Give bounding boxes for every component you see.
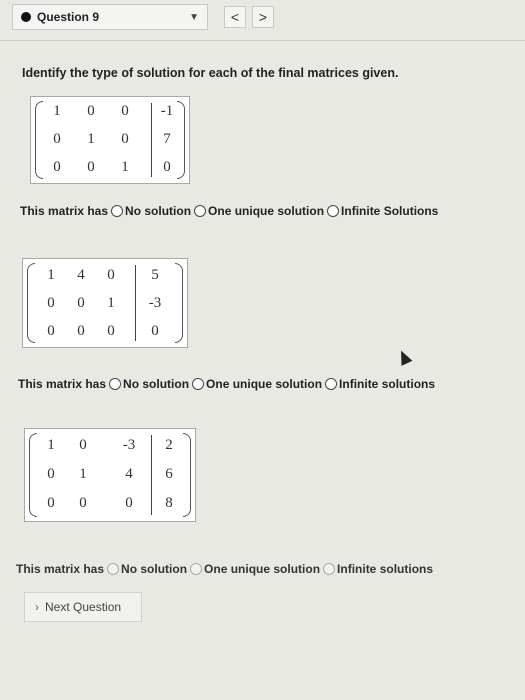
option-label[interactable]: No solution [121,562,187,576]
matrix-cell: 0 [163,159,171,175]
question-1-options: This matrix has No solution One unique s… [20,204,438,218]
question-2-options: This matrix has No solution One unique s… [18,377,435,391]
right-bracket [175,263,183,343]
radio-infinite-solutions[interactable] [325,378,338,390]
matrix-cell: 1 [47,437,55,453]
matrix-cell: 0 [151,323,159,339]
option-label[interactable]: One unique solution [204,562,320,576]
sentence-lead: This matrix has [20,204,109,218]
matrix-cell: 0 [47,323,55,339]
matrix-cell: 2 [165,437,173,453]
matrix-2: 1 4 0 5 0 0 1 -3 0 0 0 0 [22,258,188,348]
matrix-3: 1 0 -3 2 0 1 4 6 0 0 0 8 [24,428,196,522]
matrix-cell: -3 [148,295,162,311]
question-label: Question 9 [37,10,100,24]
matrix-cell: 0 [47,295,55,311]
matrix-cell: 0 [107,323,115,339]
matrix-cell: 5 [151,267,159,283]
option-label[interactable]: One unique solution [206,377,322,391]
matrix-cell: 0 [47,466,55,482]
augment-line [135,265,136,341]
option-label[interactable]: One unique solution [208,204,324,218]
matrix-cell: 0 [125,495,133,511]
matrix-cell: -1 [160,103,174,119]
question-nav-bar: Question 9 ▼ < > [12,4,512,32]
matrix-cell: 1 [47,267,55,283]
chevron-right-icon: > [258,9,268,25]
matrix-cell: 0 [77,295,85,311]
sentence-lead: This matrix has [16,562,105,576]
option-label[interactable]: Infinite solutions [339,377,435,391]
matrix-cell: 0 [77,323,85,339]
radio-no-solution[interactable] [109,378,122,390]
next-question-button[interactable]: › Next Question [24,592,142,622]
prev-question-button[interactable]: < [224,6,246,28]
radio-one-unique-solution[interactable] [190,563,203,575]
question-prompt: Identify the type of solution for each o… [22,66,399,80]
matrix-1: 1 0 0 -1 0 1 0 7 0 0 1 0 [30,96,190,184]
radio-no-solution[interactable] [111,205,124,217]
option-label[interactable]: No solution [125,204,191,218]
radio-infinite-solutions[interactable] [323,563,336,575]
matrix-cell: 1 [79,466,87,482]
matrix-cell: 0 [53,159,61,175]
left-bracket [27,263,35,343]
matrix-cell: 1 [87,131,95,147]
matrix-cell: 4 [125,466,133,482]
right-bracket [183,433,191,517]
chevron-left-icon: < [230,9,240,25]
matrix-cell: 1 [53,103,61,119]
augment-line [151,103,152,177]
next-question-label: Next Question [45,600,122,614]
matrix-cell: -3 [122,437,136,453]
matrix-cell: 0 [79,437,87,453]
option-label[interactable]: Infinite solutions [337,562,433,576]
matrix-cell: 0 [121,103,129,119]
matrix-cell: 1 [121,159,129,175]
matrix-cell: 6 [165,466,173,482]
matrix-cell: 0 [53,131,61,147]
radio-one-unique-solution[interactable] [192,378,205,390]
matrix-cell: 0 [79,495,87,511]
left-bracket [35,101,43,179]
radio-infinite-solutions[interactable] [327,205,340,217]
option-label[interactable]: Infinite Solutions [341,204,438,218]
matrix-cell: 4 [77,267,85,283]
question-selector[interactable]: Question 9 ▼ [12,4,208,30]
option-label[interactable]: No solution [123,377,189,391]
sentence-lead: This matrix has [18,377,107,391]
matrix-cell: 8 [165,495,173,511]
next-question-arrow-button[interactable]: > [252,6,274,28]
augment-line [151,435,152,515]
header-divider [0,40,525,41]
radio-one-unique-solution[interactable] [194,205,207,217]
matrix-cell: 0 [87,103,95,119]
left-bracket [29,433,37,517]
mouse-cursor-icon [395,348,413,366]
question-3-options: This matrix has No solution One unique s… [16,562,433,576]
matrix-cell: 7 [163,131,171,147]
matrix-cell: 0 [47,495,55,511]
status-dot-icon [21,12,31,22]
matrix-cell: 0 [87,159,95,175]
matrix-cell: 1 [107,295,115,311]
matrix-cell: 0 [121,131,129,147]
chevron-right-icon: › [35,600,39,614]
radio-no-solution[interactable] [107,563,120,575]
matrix-cell: 0 [107,267,115,283]
chevron-down-icon[interactable]: ▼ [189,12,199,23]
